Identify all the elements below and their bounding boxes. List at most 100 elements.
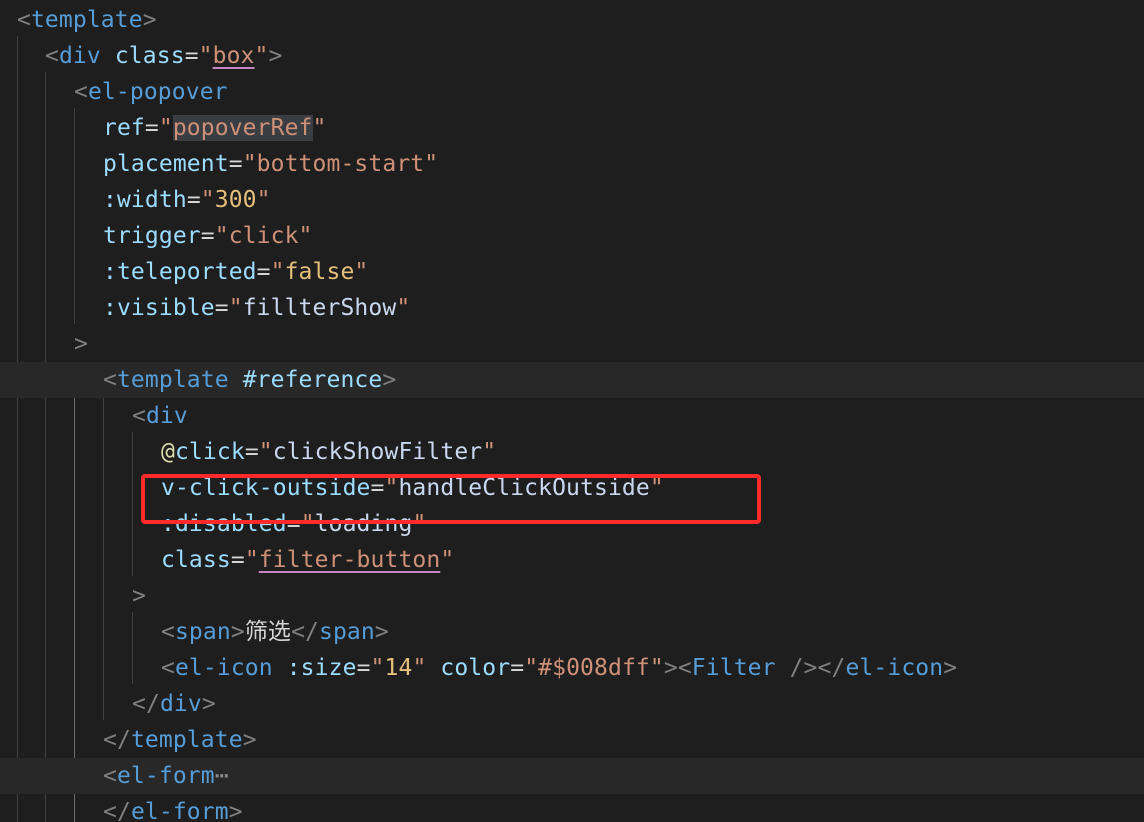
code-token: el-icon [174, 655, 273, 681]
code-line[interactable]: </div> [0, 686, 1144, 722]
code-token: " [354, 259, 369, 285]
line-content: > [74, 326, 88, 362]
code-token: span [174, 619, 231, 645]
code-line[interactable]: > [0, 326, 1144, 362]
code-line[interactable]: placement="bottom-start" [0, 146, 1144, 182]
code-token: " [270, 259, 285, 285]
line-content: <el-popover [74, 74, 228, 110]
code-token: </ [817, 655, 846, 681]
code-token: #reference [242, 367, 383, 393]
code-line[interactable]: <span>筛选</span> [0, 614, 1144, 650]
code-token: :teleported [103, 259, 257, 285]
code-token: > [242, 727, 257, 753]
code-token: "click" [214, 223, 313, 249]
code-token: = [228, 151, 243, 177]
code-token: > [230, 619, 245, 645]
code-token: " [228, 295, 243, 321]
code-token: el-form [130, 799, 229, 822]
code-token: box [212, 43, 255, 69]
code-token: " [412, 655, 427, 681]
code-token: < [161, 619, 175, 645]
code-token: " [440, 547, 455, 573]
code-token: filter-button [258, 547, 441, 573]
code-token: el-icon [845, 655, 944, 681]
highlight-annotation-box [141, 474, 761, 524]
code-token: " [200, 187, 215, 213]
code-token: < [74, 79, 88, 105]
code-token: = [200, 223, 215, 249]
code-line[interactable]: <el-icon :size="14" color="#$008dff"><Fi… [0, 650, 1144, 686]
code-token: template [30, 7, 143, 33]
code-token: :visible [103, 295, 215, 321]
code-token: " [258, 439, 273, 465]
code-token: 300 [214, 187, 257, 213]
code-token: > [132, 583, 146, 609]
code-token: color [440, 655, 511, 681]
code-token: span [319, 619, 375, 645]
code-line[interactable]: <el-popover [0, 74, 1144, 110]
code-token: " [254, 43, 269, 69]
code-line[interactable]: trigger="click" [0, 218, 1144, 254]
line-content: </template> [103, 722, 257, 758]
code-token: class [161, 547, 231, 573]
line-content: <div class="box"> [45, 38, 282, 74]
code-token: " [244, 547, 259, 573]
code-token: el-popover [87, 79, 228, 105]
code-token: "#$008dff" [524, 655, 664, 681]
code-token: >< [663, 655, 692, 681]
code-token: > [374, 619, 389, 645]
code-token: < [17, 7, 31, 33]
code-line[interactable]: </el-form> [0, 794, 1144, 822]
code-line[interactable]: :teleported="false" [0, 254, 1144, 290]
code-token: </ [103, 799, 131, 822]
code-token: < [103, 763, 117, 789]
code-token: class [114, 43, 185, 69]
code-token: " [198, 43, 213, 69]
line-content: placement="bottom-start" [103, 146, 438, 182]
code-token: div [58, 43, 101, 69]
code-token: "bottom-start" [242, 151, 439, 177]
line-content: :visible="fillterShow" [103, 290, 410, 326]
code-token: :width [103, 187, 187, 213]
code-token: </ [291, 619, 319, 645]
code-token: > [382, 367, 397, 393]
code-line[interactable]: class="filter-button" [0, 542, 1144, 578]
code-line[interactable]: @click="clickShowFilter" [0, 434, 1144, 470]
code-token: template [130, 727, 243, 753]
code-token: = [356, 655, 371, 681]
code-line[interactable]: <div class="box"> [0, 38, 1144, 74]
code-token: " [482, 439, 497, 465]
code-token: " [256, 187, 271, 213]
code-token: > [268, 43, 283, 69]
code-token: </ [132, 691, 160, 717]
code-token: 14 [384, 655, 413, 681]
line-content: > [132, 578, 146, 614]
code-line[interactable]: <div [0, 398, 1144, 434]
code-token: el-form [116, 763, 215, 789]
code-line[interactable]: > [0, 578, 1144, 614]
line-content: :teleported="false" [103, 254, 368, 290]
code-token: = [184, 43, 199, 69]
code-token: = [214, 295, 229, 321]
code-line[interactable]: </template> [0, 722, 1144, 758]
code-token: " [158, 115, 173, 141]
code-line-current[interactable]: <el-form⋯ [0, 758, 1144, 794]
code-token: < [45, 43, 59, 69]
code-line[interactable]: <template> [0, 2, 1144, 38]
code-token: false [284, 259, 355, 285]
code-token: < [132, 403, 146, 429]
code-line[interactable]: ref="popoverRef" [0, 110, 1144, 146]
code-editor[interactable]: <template> <div class="box"> <el-popover… [0, 0, 1144, 822]
code-token: > [142, 7, 157, 33]
code-token: placement [103, 151, 229, 177]
line-content: <el-form⋯ [103, 758, 229, 794]
code-token: 筛选 [244, 619, 292, 645]
code-line[interactable]: :visible="fillterShow" [0, 290, 1144, 326]
line-content: @click="clickShowFilter" [161, 434, 496, 470]
line-content: <span>筛选</span> [161, 614, 389, 650]
code-line-current[interactable]: <template #reference> [0, 362, 1144, 398]
code-line[interactable]: :width="300" [0, 182, 1144, 218]
